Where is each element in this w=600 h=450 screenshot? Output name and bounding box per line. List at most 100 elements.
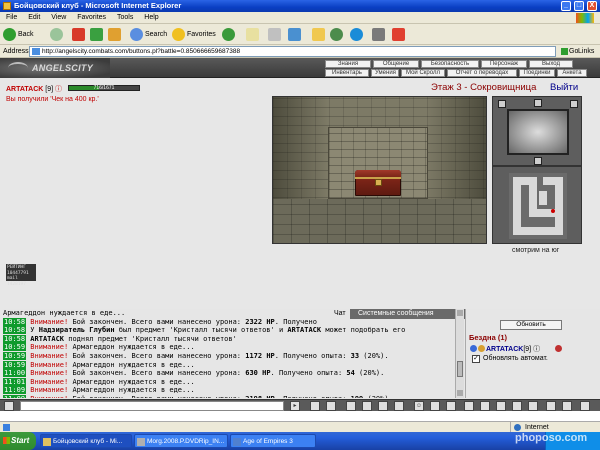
nav-skills[interactable]: Умения <box>371 69 399 77</box>
maximize-button[interactable]: □ <box>574 1 584 11</box>
user-info-icon[interactable]: ⓘ <box>533 346 540 353</box>
chat-timestamp[interactable]: 11:00 <box>3 369 27 378</box>
address-input[interactable]: http://angelscity.combats.com/buttons.pl… <box>29 46 556 57</box>
rating-counter[interactable]: РЕЙТИНГ 10447791 mail 1428197 <box>6 264 36 287</box>
messenger-button[interactable] <box>330 27 345 42</box>
home-button[interactable] <box>108 27 123 42</box>
links-button[interactable]: Links <box>578 45 594 58</box>
refresh-page-button[interactable] <box>90 27 105 42</box>
chat-warning: Внимание! <box>30 369 69 378</box>
move-back-icon[interactable] <box>534 157 542 165</box>
menu-view[interactable]: View <box>51 14 66 21</box>
nav-inventory[interactable]: Инвентарь <box>325 69 369 77</box>
task-fight-club[interactable]: Бойцовский клуб - Mi... <box>40 434 132 448</box>
nav-profile[interactable]: Анкета <box>557 69 587 77</box>
scroll-thumb[interactable] <box>457 361 463 377</box>
chat-timestamp[interactable]: 10:58 <box>3 317 27 326</box>
favorites-button[interactable]: Favorites <box>172 27 216 42</box>
task-morg[interactable]: Morg.2008.P.DVDRip_IN... <box>134 434 228 448</box>
scroll-down-icon[interactable] <box>457 390 463 396</box>
turn-left-icon[interactable] <box>498 100 506 108</box>
back-button[interactable]: Back <box>3 27 34 42</box>
chat-input[interactable] <box>20 401 284 411</box>
stop-button[interactable] <box>72 27 87 42</box>
chat-line: 10:59 Внимание! Армагеддон нуждается в е… <box>3 343 461 352</box>
fight-icon[interactable] <box>378 401 388 411</box>
filter-icon[interactable] <box>326 401 336 411</box>
task-age-of-empires[interactable]: Age of Empires 3 <box>230 434 316 448</box>
compass-center[interactable] <box>507 109 569 155</box>
chat-text: Бой закончен. Всего вами нанесено урона: <box>68 369 246 378</box>
mail-button[interactable] <box>246 27 261 42</box>
player-name[interactable]: ARTATACK <box>6 86 43 93</box>
clock-icon[interactable] <box>446 401 456 411</box>
close-button[interactable]: X <box>587 1 597 11</box>
chat-timestamp[interactable]: 10:58 <box>3 326 27 335</box>
chat-timestamp[interactable]: 10:59 <box>3 360 27 369</box>
chat-timestamp[interactable]: 10:59 <box>3 351 27 360</box>
menu-favorites[interactable]: Favorites <box>77 14 106 21</box>
trade-icon[interactable] <box>346 401 356 411</box>
go-button[interactable]: Go <box>561 46 578 57</box>
minimize-button[interactable]: _ <box>561 1 571 11</box>
log-icon[interactable] <box>528 401 538 411</box>
chat-timestamp[interactable]: 11:09 <box>3 394 27 398</box>
nav-exit[interactable]: Выход <box>529 60 573 68</box>
forward-button[interactable] <box>50 27 65 42</box>
hands-icon[interactable] <box>362 401 372 411</box>
nav-duels[interactable]: Поединки <box>519 69 555 77</box>
toolbar-extra-button[interactable] <box>372 27 387 42</box>
group-icon[interactable] <box>480 401 490 411</box>
attack-icon[interactable] <box>496 401 506 411</box>
chat-timestamp[interactable]: 10:59 <box>3 343 27 352</box>
refresh-icon <box>90 27 103 41</box>
chat-scrollbar[interactable] <box>455 309 464 398</box>
nav-my-scroll[interactable]: Мой Скролл <box>401 69 445 77</box>
menu-extra-icon[interactable] <box>580 401 590 411</box>
edit-button[interactable] <box>288 27 303 42</box>
media-button[interactable] <box>222 27 237 42</box>
menu-edit[interactable]: Edit <box>28 14 40 21</box>
menu-help[interactable]: Help <box>144 14 158 21</box>
settings-icon[interactable] <box>430 401 440 411</box>
red-flag-icon[interactable] <box>546 401 556 411</box>
skype-button[interactable] <box>350 27 365 42</box>
folder-button[interactable] <box>312 27 327 42</box>
chat-highlight: 54 <box>346 369 355 378</box>
party-icon[interactable] <box>464 401 474 411</box>
info-icon[interactable] <box>394 401 404 411</box>
door-icon[interactable] <box>512 401 522 411</box>
chat-timestamp[interactable]: 11:09 <box>3 386 27 395</box>
info-icon[interactable]: ⓘ <box>55 86 62 93</box>
nav-transfer-report[interactable]: Отчет о переводах <box>447 69 517 77</box>
nav-character[interactable]: Персонаж <box>481 60 527 68</box>
nav-security[interactable]: Безопасность <box>421 60 479 68</box>
chat-timestamp[interactable]: 11:01 <box>3 377 27 386</box>
menu-file[interactable]: File <box>6 14 17 21</box>
exit-link[interactable]: Выйти <box>550 82 578 93</box>
chat-mode-icon[interactable] <box>4 401 14 411</box>
tab-system-messages[interactable]: Системные сообщения <box>354 309 438 319</box>
nav-knowledge[interactable]: Знания <box>325 60 371 68</box>
toolbar-extra2-button[interactable] <box>392 27 407 42</box>
move-forward-icon[interactable] <box>534 99 542 107</box>
turn-right-icon[interactable] <box>570 100 578 108</box>
tab-chat[interactable]: Чат <box>330 309 350 319</box>
menu-tools[interactable]: Tools <box>117 14 133 21</box>
help-icon[interactable] <box>562 401 572 411</box>
refresh-button[interactable]: Обновить <box>500 320 562 330</box>
chat-timestamp[interactable]: 10:58 <box>3 334 27 343</box>
address-label: Address <box>3 48 29 55</box>
print-button[interactable] <box>268 27 283 42</box>
room-user[interactable]: ARTATACK[9] ⓘ <box>486 344 540 354</box>
smile-icon[interactable]: ☺ <box>414 401 424 411</box>
chat-text: (20%). <box>354 369 385 378</box>
treasure-chest[interactable] <box>355 170 401 196</box>
start-button[interactable]: Start <box>0 432 36 450</box>
nav-communication[interactable]: Общение <box>373 60 419 68</box>
scroll-up-icon[interactable] <box>457 310 463 316</box>
clear-icon[interactable] <box>310 401 320 411</box>
search-button[interactable]: Search <box>130 27 167 42</box>
auto-refresh-checkbox[interactable]: ✓ <box>472 355 480 363</box>
send-icon[interactable]: ▸ <box>290 401 300 411</box>
